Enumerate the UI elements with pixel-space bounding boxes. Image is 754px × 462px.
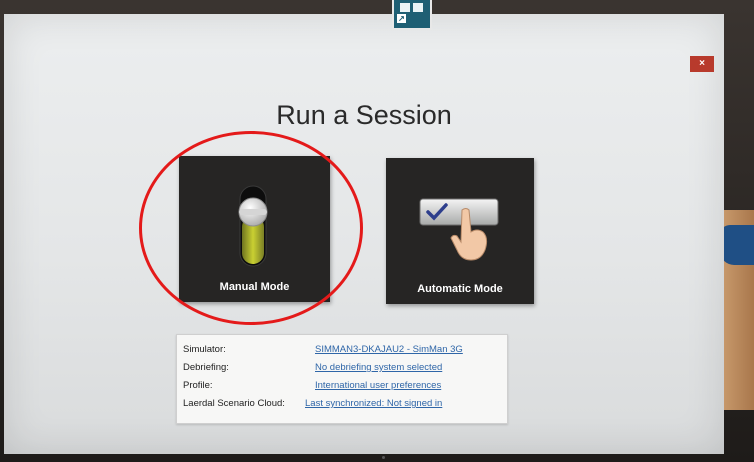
app-taskbar-icon[interactable]: ↗ xyxy=(392,0,432,30)
profile-label: Profile: xyxy=(183,380,213,391)
automatic-mode-label: Automatic Mode xyxy=(417,283,503,295)
scenario-cloud-label: Laerdal Scenario Cloud: xyxy=(183,398,285,409)
automatic-mode-button[interactable]: Automatic Mode xyxy=(386,158,534,304)
screen-dot xyxy=(382,456,385,459)
page-title: Run a Session xyxy=(276,100,452,130)
debriefing-link[interactable]: No debriefing system selected xyxy=(315,361,442,375)
app-window: × Run a Session Manual Mode Automatic Mo… xyxy=(4,14,724,459)
hand-press-checkmark-icon xyxy=(419,198,499,261)
manual-mode-label: Manual Mode xyxy=(219,281,290,293)
close-button[interactable]: × xyxy=(690,56,714,72)
simulator-link[interactable]: SIMMAN3-DKAJAU2 - SimMan 3G xyxy=(315,343,463,357)
session-info-panel: Simulator: SIMMAN3-DKAJAU2 - SimMan 3G D… xyxy=(176,334,508,424)
simulator-label: Simulator: xyxy=(183,344,226,355)
manual-mode-button[interactable]: Manual Mode xyxy=(179,156,330,302)
debriefing-label: Debriefing: xyxy=(183,362,229,373)
profile-link[interactable]: International user preferences xyxy=(315,379,441,393)
scenario-cloud-link[interactable]: Last synchronized: Not signed in xyxy=(305,397,442,411)
slider-toggle-icon xyxy=(238,185,268,267)
background-object xyxy=(720,225,754,265)
